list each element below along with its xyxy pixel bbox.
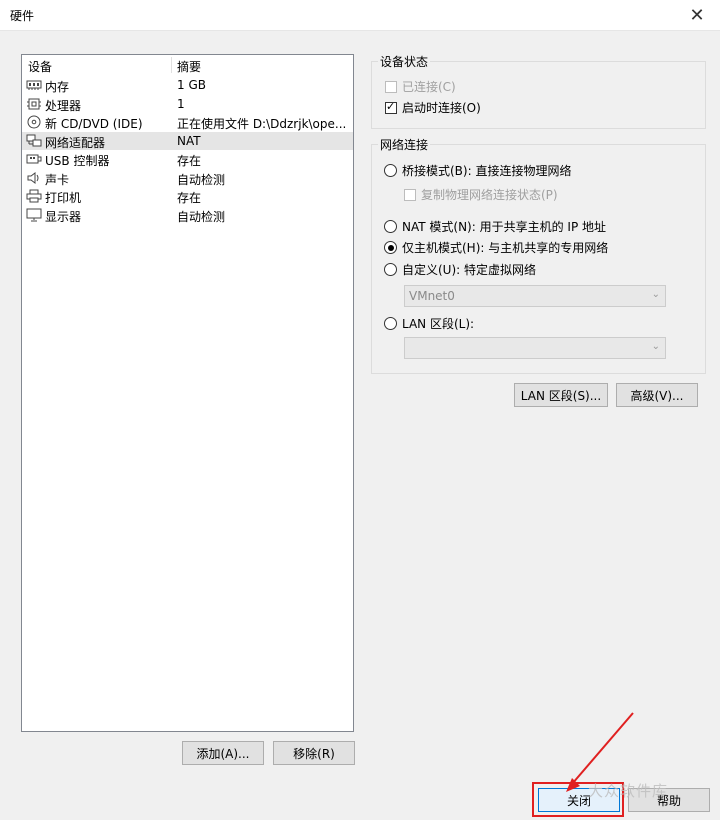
custom-network-select[interactable]: VMnet0 ⌄ xyxy=(404,285,666,307)
host-only-radio[interactable]: 仅主机模式(H): 与主机共享的专用网络 xyxy=(384,239,608,256)
network-connection-legend: 网络连接 xyxy=(378,136,431,153)
replicate-state-checkbox[interactable]: 复制物理网络连接状态(P) xyxy=(404,186,558,203)
network-icon xyxy=(26,134,42,146)
memory-icon xyxy=(26,80,42,90)
checkbox-box xyxy=(404,188,416,201)
nat-label: NAT 模式(N): 用于共享主机的 IP 地址 xyxy=(402,220,607,234)
radio-dot-icon xyxy=(387,244,394,251)
device-name: 显示器 xyxy=(45,209,82,224)
checkbox-box xyxy=(385,80,397,93)
window-title: 硬件 xyxy=(10,9,35,23)
monitor-icon xyxy=(26,208,42,221)
device-name: USB 控制器 xyxy=(45,154,110,168)
network-connection-group: 网络连接 桥接模式(B): 直接连接物理网络 复制物理网络连接状态(P) NAT… xyxy=(371,136,706,374)
custom-label: 自定义(U): 特定虚拟网络 xyxy=(402,263,537,277)
lan-segment-radio[interactable]: LAN 区段(L): xyxy=(384,315,474,332)
radio-circle xyxy=(384,263,397,276)
device-row-printer[interactable]: 打印机 存在 xyxy=(22,187,353,206)
device-summary: 存在 xyxy=(177,191,202,205)
bridged-label: 桥接模式(B): 直接连接物理网络 xyxy=(402,164,572,178)
printer-icon xyxy=(26,189,42,203)
device-row-processor[interactable]: 处理器 1 xyxy=(22,95,353,114)
device-status-group: 设备状态 已连接(C) ✓ 启动时连接(O) xyxy=(371,53,706,129)
device-row-display[interactable]: 显示器 自动检测 xyxy=(22,206,353,225)
device-list[interactable]: 设备 摘要 内存 1 GB 处理器 1 新 CD/DVD (IDE) 正在使用文… xyxy=(21,54,354,732)
replicate-state-label: 复制物理网络连接状态(P) xyxy=(421,188,558,202)
bridged-radio[interactable]: 桥接模式(B): 直接连接物理网络 xyxy=(384,162,571,179)
device-name: 声卡 xyxy=(45,172,70,187)
radio-circle xyxy=(384,317,397,330)
speaker-icon xyxy=(27,171,39,184)
device-summary: 正在使用文件 D:\Ddzrjk\ope... xyxy=(177,117,347,131)
device-summary: 1 xyxy=(177,96,185,111)
device-summary: NAT xyxy=(177,133,201,148)
nat-radio[interactable]: NAT 模式(N): 用于共享主机的 IP 地址 xyxy=(384,218,606,235)
cd-icon xyxy=(27,115,41,129)
custom-network-value: VMnet0 xyxy=(409,289,455,303)
close-window-button[interactable]: ✕ xyxy=(674,0,720,30)
device-name: 网络适配器 xyxy=(45,135,106,150)
column-header-device[interactable]: 设备 xyxy=(28,58,52,75)
close-icon: ✕ xyxy=(689,4,705,26)
checkmark-icon: ✓ xyxy=(386,99,396,113)
device-summary: 1 GB xyxy=(177,78,206,92)
cpu-icon xyxy=(27,98,41,109)
usb-icon xyxy=(26,154,42,164)
connect-at-power-on-checkbox[interactable]: ✓ 启动时连接(O) xyxy=(385,99,481,116)
watermark: 大众软件库 xyxy=(588,782,669,800)
connect-at-power-on-label: 启动时连接(O) xyxy=(402,101,481,115)
lan-segment-label: LAN 区段(L): xyxy=(402,317,475,331)
add-button[interactable]: 添加(A)... xyxy=(182,741,264,765)
column-header-summary[interactable]: 摘要 xyxy=(177,58,201,75)
device-name: 内存 xyxy=(45,80,70,94)
chevron-down-icon: ⌄ xyxy=(651,341,660,352)
device-status-legend: 设备状态 xyxy=(378,53,431,70)
connected-label: 已连接(C) xyxy=(402,80,456,94)
lan-segments-button[interactable]: LAN 区段(S)... xyxy=(514,383,608,407)
device-row-sound-card[interactable]: 声卡 自动检测 xyxy=(22,169,353,188)
host-only-label: 仅主机模式(H): 与主机共享的专用网络 xyxy=(402,241,609,255)
device-row-usb[interactable]: USB 控制器 存在 xyxy=(22,150,353,169)
chevron-down-icon: ⌄ xyxy=(651,289,660,300)
lan-segment-select[interactable]: ⌄ xyxy=(404,337,666,359)
device-row-network-adapter[interactable]: 网络适配器 NAT xyxy=(22,131,353,150)
radio-circle xyxy=(384,164,397,177)
device-summary: 自动检测 xyxy=(177,172,226,187)
radio-circle xyxy=(384,220,397,233)
custom-radio[interactable]: 自定义(U): 特定虚拟网络 xyxy=(384,261,536,278)
device-name: 处理器 xyxy=(45,98,82,113)
device-summary: 自动检测 xyxy=(177,209,226,224)
device-name: 打印机 xyxy=(45,191,82,205)
column-separator[interactable] xyxy=(171,57,172,73)
device-name: 新 CD/DVD (IDE) xyxy=(45,117,143,131)
radio-circle xyxy=(384,241,397,254)
device-row-cd-dvd[interactable]: 新 CD/DVD (IDE) 正在使用文件 D:\Ddzrjk\ope... xyxy=(22,113,353,132)
device-row-memory[interactable]: 内存 1 GB xyxy=(22,76,353,95)
device-summary: 存在 xyxy=(177,154,202,168)
device-list-header: 设备 摘要 xyxy=(22,55,353,76)
connected-checkbox[interactable]: 已连接(C) xyxy=(385,78,456,95)
checkbox-box: ✓ xyxy=(385,99,397,114)
remove-button[interactable]: 移除(R) xyxy=(273,741,355,765)
advanced-button[interactable]: 高级(V)... xyxy=(616,383,698,407)
title-bar: 硬件 ✕ xyxy=(0,0,720,31)
